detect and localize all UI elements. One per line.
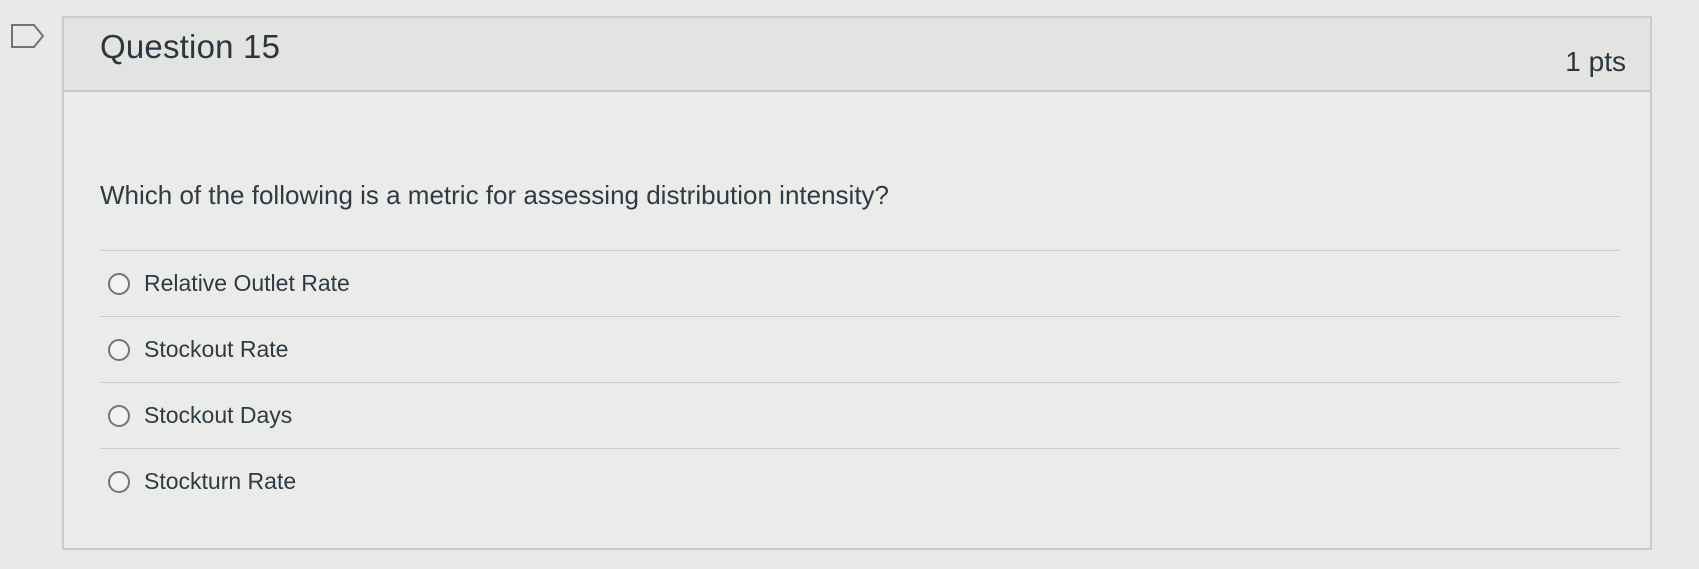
radio-button[interactable]	[108, 272, 130, 295]
flag-question-icon[interactable]	[10, 22, 46, 50]
radio-button[interactable]	[108, 404, 130, 427]
answer-label[interactable]: Stockturn Rate	[144, 468, 296, 495]
answer-label[interactable]: Stockout Rate	[144, 336, 288, 363]
question-text: Which of the following is a metric for a…	[100, 180, 890, 210]
answer-option[interactable]: Stockturn Rate	[100, 448, 1620, 514]
radio-button[interactable]	[108, 338, 130, 361]
answer-label[interactable]: Relative Outlet Rate	[144, 270, 350, 297]
answer-option[interactable]: Stockout Rate	[100, 316, 1620, 382]
answer-option[interactable]: Relative Outlet Rate	[100, 250, 1620, 316]
radio-button[interactable]	[108, 470, 130, 493]
answer-label[interactable]: Stockout Days	[144, 402, 292, 429]
question-card: Question 15 1 pts Which of the following…	[62, 16, 1652, 550]
question-title: Question 15	[100, 28, 281, 65]
answer-option[interactable]: Stockout Days	[100, 382, 1620, 448]
quiz-page: Question 15 1 pts Which of the following…	[0, 0, 1699, 569]
question-points: 1 pts	[1565, 46, 1626, 77]
question-header: Question 15 1 pts	[64, 18, 1650, 92]
answer-list: Relative Outlet Rate Stockout Rate Stock…	[100, 250, 1620, 514]
